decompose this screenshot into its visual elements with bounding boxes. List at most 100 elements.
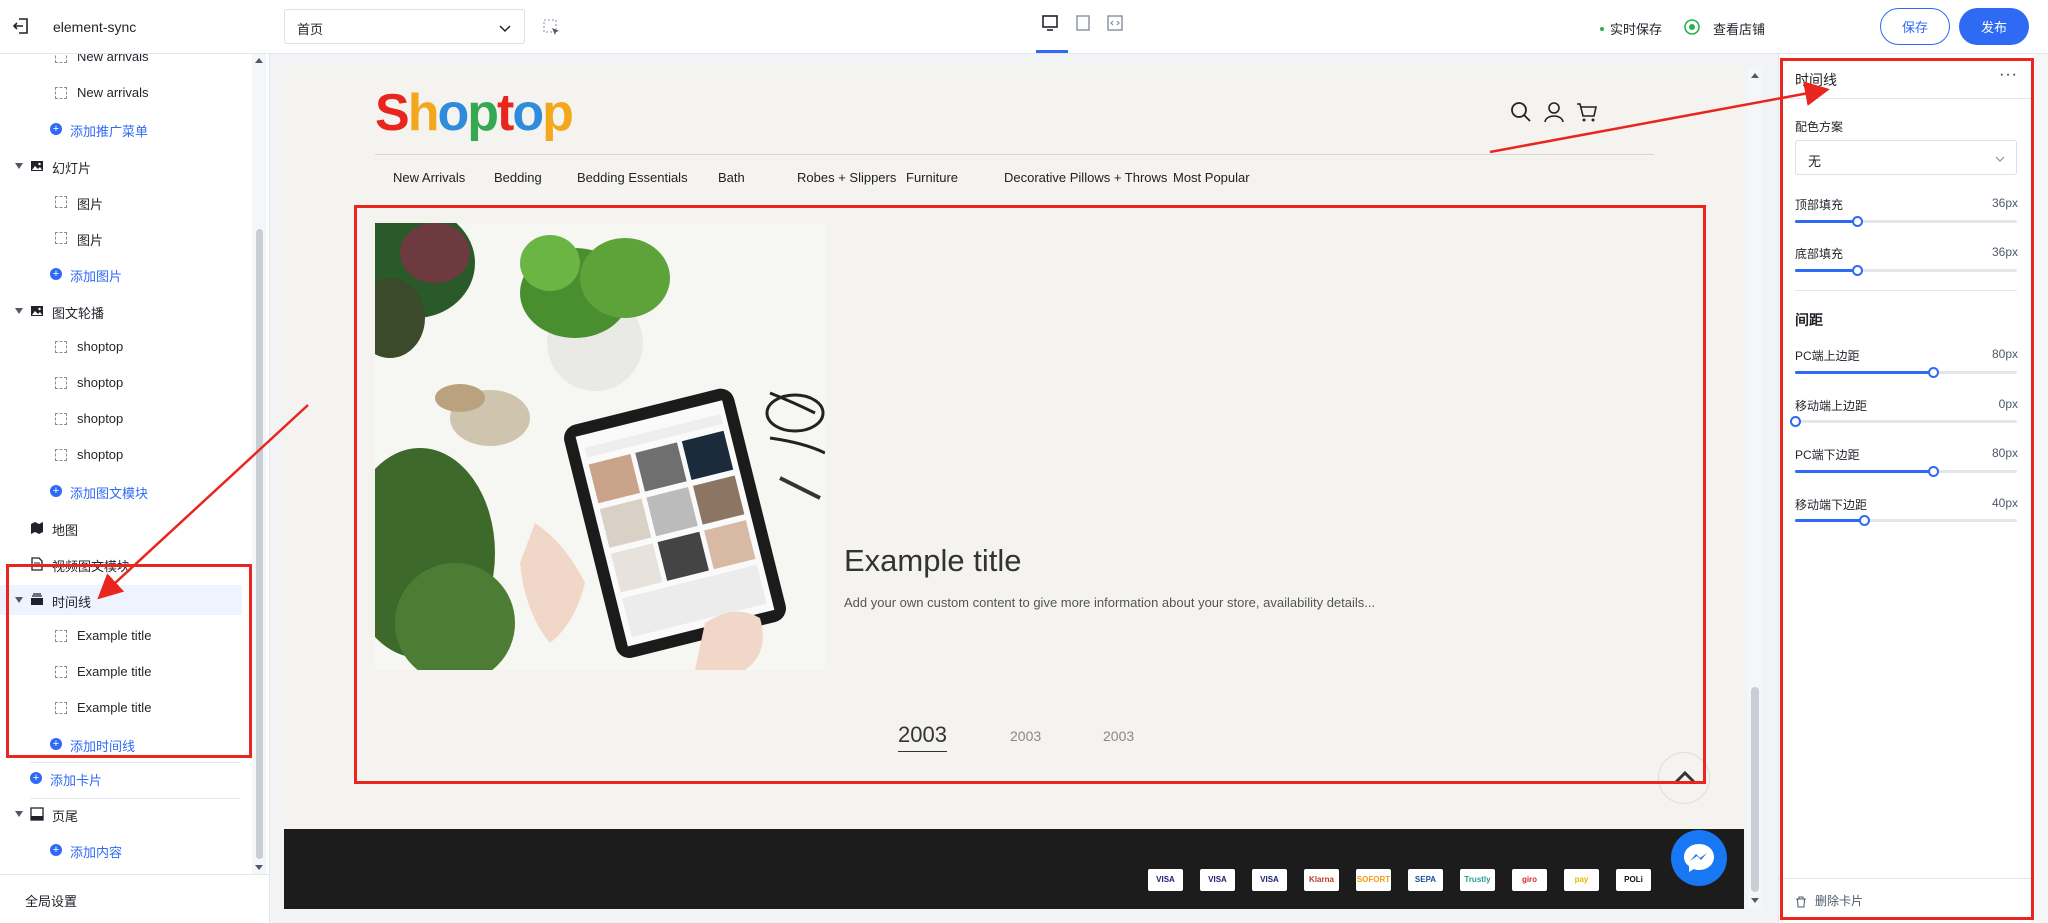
block-icon (55, 413, 67, 425)
tree-item[interactable]: shoptop (0, 440, 242, 470)
tree-item-label: shoptop (77, 411, 124, 426)
add-label: 添加图文模块 (70, 486, 149, 501)
store-logo[interactable]: Shoptop (375, 83, 574, 143)
tree-item-label: New arrivals (77, 54, 149, 64)
tree-add-button[interactable]: + 添加内容 (0, 835, 242, 865)
nav-link[interactable]: New Arrivals (393, 170, 465, 185)
tree-section-label: 幻灯片 (52, 161, 92, 176)
block-icon (55, 232, 67, 244)
footer-icon (30, 807, 44, 821)
messenger-icon (1684, 844, 1714, 872)
scroll-down-icon[interactable] (255, 865, 263, 870)
block-icon (55, 449, 67, 461)
logo-letter: o (437, 84, 469, 142)
page-select[interactable]: 首页 (284, 9, 525, 44)
realtime-save-status: 实时保存 (1600, 19, 1662, 38)
tree-section-label: 地图 (52, 523, 79, 538)
tree-item[interactable]: 图片 (0, 223, 242, 253)
block-icon (55, 87, 67, 99)
sidebar: New arrivals New arrivals + 添加推广菜单 幻灯片 图片 图片 + 添… (0, 54, 270, 923)
tree-item[interactable]: New arrivals (0, 78, 242, 108)
add-circle-icon: + (50, 268, 62, 280)
view-store-link[interactable]: 查看店铺 (1713, 19, 1765, 38)
global-settings-button[interactable]: 全局设置 (0, 874, 270, 923)
map-icon (31, 522, 43, 534)
block-icon (55, 54, 67, 63)
add-label: 添加卡片 (50, 773, 103, 788)
add-card-button[interactable]: + 添加卡片 (0, 763, 242, 793)
messenger-chat-button[interactable] (1671, 830, 1727, 886)
caret-down-icon[interactable] (15, 308, 23, 314)
payment-method-icon: Klarna (1304, 869, 1339, 891)
logo-letter: h (407, 84, 440, 142)
publish-button[interactable]: 发布 (1959, 8, 2029, 45)
active-device-indicator (1036, 50, 1068, 53)
logo-letter: S (375, 84, 410, 142)
add-label: 添加内容 (70, 845, 123, 860)
store-footer: VISA VISA VISA Klarna SOFORT SEPA Trustly giro p… (284, 829, 1744, 909)
tree-section[interactable]: 地图 (0, 513, 242, 543)
tree-section[interactable]: 页尾 (0, 799, 242, 829)
tree-item[interactable]: shoptop (0, 368, 242, 398)
payment-method-icon: VISA (1148, 869, 1183, 891)
app-name: element-sync (53, 19, 137, 35)
sidebar-scrollbar[interactable] (252, 54, 266, 874)
scrollbar-thumb[interactable] (256, 229, 263, 859)
image-icon (31, 306, 43, 316)
logo-letter: p (542, 84, 574, 142)
tree-item-label: shoptop (77, 447, 124, 462)
caret-down-icon[interactable] (15, 811, 23, 817)
tree-item[interactable]: shoptop (0, 332, 242, 362)
add-circle-icon: + (30, 772, 42, 784)
chevron-down-icon (499, 25, 511, 33)
top-bar: element-sync 首页 实时保存 查看店铺 保存 发布 (0, 0, 2048, 54)
tree-item-label: 图片 (77, 233, 104, 248)
tree-add-button[interactable]: + 添加图片 (0, 259, 242, 289)
nav-link[interactable]: Robes + Slippers (797, 170, 896, 185)
tree-section[interactable]: 幻灯片 (0, 151, 242, 181)
add-label: 添加图片 (70, 269, 123, 284)
select-cursor-icon[interactable] (543, 19, 561, 37)
tree-add-button[interactable]: + 添加推广菜单 (0, 114, 242, 144)
block-icon (55, 377, 67, 389)
tablet-icon[interactable] (1074, 14, 1092, 32)
header-divider (375, 154, 1654, 155)
code-icon[interactable] (1106, 14, 1124, 32)
canvas-scrollbar[interactable] (1748, 67, 1762, 909)
save-button[interactable]: 保存 (1880, 8, 1950, 45)
panel-scrollbar[interactable] (2035, 54, 2048, 923)
search-icon[interactable] (1510, 101, 1532, 123)
nav-link[interactable]: Bedding (494, 170, 542, 185)
exit-icon[interactable] (11, 16, 31, 36)
nav-link[interactable]: Bedding Essentials (577, 170, 688, 185)
scrollbar-thumb[interactable] (1751, 687, 1759, 892)
tree-add-button[interactable]: + 添加图文模块 (0, 476, 242, 506)
payment-method-icon: VISA (1252, 869, 1287, 891)
tree-item[interactable]: shoptop (0, 404, 242, 434)
logo-letter: o (512, 84, 544, 142)
tree-item[interactable]: 图片 (0, 187, 242, 217)
annotation-box-panel (1780, 58, 2034, 920)
tree-section-label: 页尾 (52, 809, 79, 824)
nav-link[interactable]: Bath (718, 170, 745, 185)
realtime-save-label: 实时保存 (1610, 22, 1663, 37)
add-circle-icon: + (50, 485, 62, 497)
nav-link[interactable]: Decorative Pillows + Throws (1004, 170, 1167, 185)
store-icon[interactable] (1683, 18, 1701, 36)
scroll-down-icon[interactable] (1751, 898, 1759, 903)
annotation-box-sidebar (6, 564, 252, 758)
status-dot-icon (1600, 26, 1604, 31)
image-icon (31, 161, 43, 171)
desktop-icon[interactable] (1041, 14, 1059, 32)
scroll-up-icon[interactable] (255, 58, 263, 63)
tree-item[interactable]: New arrivals (0, 54, 242, 72)
nav-link[interactable]: Most Popular (1173, 170, 1250, 185)
account-icon[interactable] (1543, 101, 1565, 123)
tree-item-label: New arrivals (77, 85, 149, 100)
tree-section[interactable]: 图文轮播 (0, 296, 242, 326)
nav-link[interactable]: Furniture (906, 170, 958, 185)
page-select-value: 首页 (297, 22, 324, 37)
scroll-up-icon[interactable] (1751, 73, 1759, 78)
cart-icon[interactable] (1576, 101, 1598, 123)
caret-down-icon[interactable] (15, 163, 23, 169)
